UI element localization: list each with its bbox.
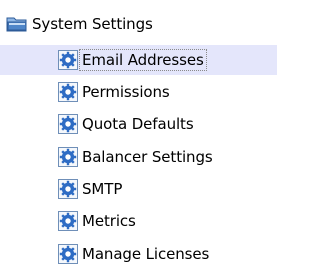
settings-gear-icon [58,147,78,167]
settings-gear-icon [58,82,78,102]
tree-item-label: Metrics [82,212,136,230]
settings-gear-icon [58,179,78,199]
tree-item-label: Balancer Settings [82,148,213,166]
settings-tree: System Settings Email Addresses Permissi… [0,0,277,276]
settings-gear-icon [58,211,78,231]
tree-item-permissions[interactable]: Permissions [58,76,277,108]
tree-item-metrics[interactable]: Metrics [58,205,277,237]
tree-item-manage-licenses[interactable]: Manage Licenses [58,238,277,270]
tree-root-label: System Settings [32,15,153,33]
tree-item-balancer-settings[interactable]: Balancer Settings [58,141,277,173]
settings-gear-icon [58,50,78,70]
settings-gear-icon [58,244,78,264]
tree-root-system-settings[interactable]: System Settings [0,8,277,40]
tree-item-quota-defaults[interactable]: Quota Defaults [58,108,277,140]
tree-item-smtp[interactable]: SMTP [58,173,277,205]
tree-item-email-addresses[interactable]: Email Addresses [58,44,277,76]
settings-gear-icon [58,114,78,134]
tree-item-label: Email Addresses [79,49,207,71]
tree-item-label: Manage Licenses [82,245,210,263]
tree-item-label: Permissions [82,83,170,101]
tree-item-label: SMTP [82,180,123,198]
tree-item-label: Quota Defaults [82,115,194,133]
folder-icon [6,17,27,32]
